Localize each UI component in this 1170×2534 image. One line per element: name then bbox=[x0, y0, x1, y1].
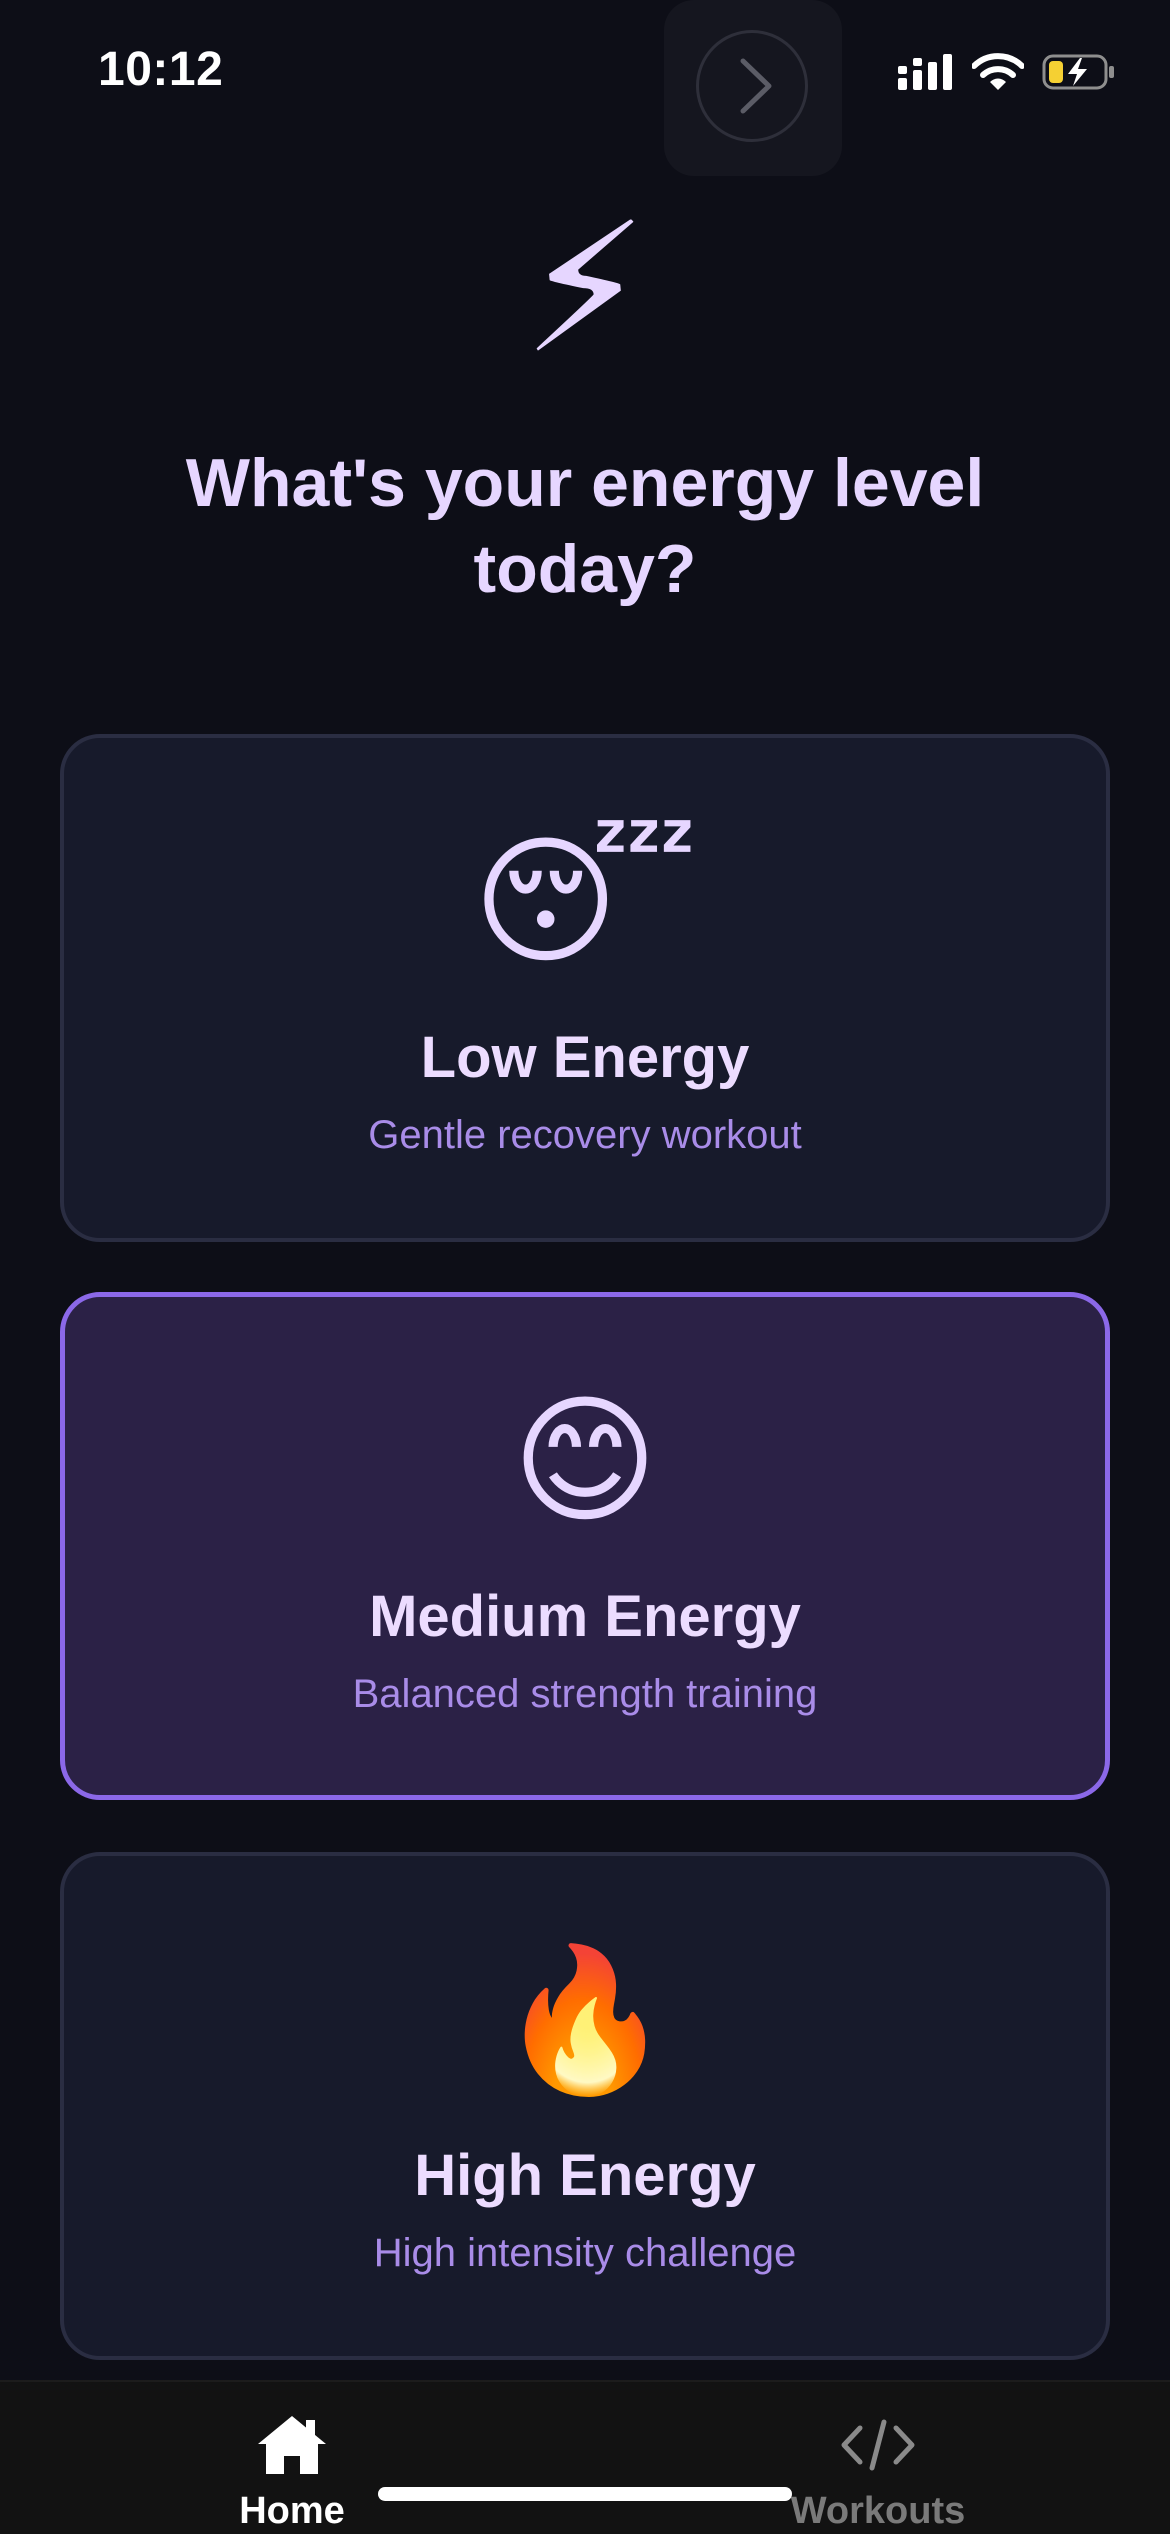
tab-label: Home bbox=[239, 2490, 345, 2532]
lightning-emoji: ⚡ bbox=[521, 189, 649, 390]
high-energy-option-card[interactable]: 🔥 High Energy High intensity challenge bbox=[60, 1852, 1110, 2360]
forward-button-circle[interactable] bbox=[696, 30, 808, 142]
fire-emoji: 🔥 bbox=[497, 1941, 673, 2098]
low-energy-option-card[interactable]: 😴 Low Energy Gentle recovery workout bbox=[60, 734, 1110, 1242]
option-title: High Energy bbox=[414, 2143, 756, 2208]
sleeping-face-emoji: 😴 bbox=[472, 823, 698, 980]
option-subtitle: High intensity challenge bbox=[373, 2231, 797, 2275]
house-icon bbox=[258, 2416, 326, 2474]
code-brackets-icon bbox=[841, 2419, 915, 2471]
option-title: Medium Energy bbox=[369, 1584, 801, 1649]
status-icons bbox=[898, 50, 1116, 94]
status-bar: 10:12 bbox=[0, 0, 1170, 176]
tab-bar: Home Workouts bbox=[0, 2380, 1170, 2534]
option-subtitle: Balanced strength training bbox=[352, 1672, 818, 1716]
wifi-icon bbox=[972, 53, 1024, 90]
option-title: Low Energy bbox=[420, 1025, 750, 1090]
tab-label: Workouts bbox=[790, 2490, 966, 2532]
chevron-right-icon bbox=[740, 58, 772, 114]
status-time: 10:12 bbox=[98, 43, 224, 96]
option-subtitle: Gentle recovery workout bbox=[368, 1113, 802, 1157]
smiling-face-emoji: 😊 bbox=[512, 1382, 658, 1539]
home-indicator bbox=[378, 2487, 792, 2501]
tab-home[interactable]: Home bbox=[172, 2412, 412, 2533]
forward-button[interactable] bbox=[664, 0, 842, 176]
cellular-signal-icon bbox=[898, 54, 952, 90]
battery-charging-icon bbox=[1042, 54, 1114, 90]
medium-energy-option-card[interactable]: 😊 Medium Energy Balanced strength traini… bbox=[60, 1292, 1110, 1800]
tab-workouts[interactable]: Workouts bbox=[758, 2412, 998, 2533]
page-title: What's your energy level today? bbox=[185, 445, 985, 607]
